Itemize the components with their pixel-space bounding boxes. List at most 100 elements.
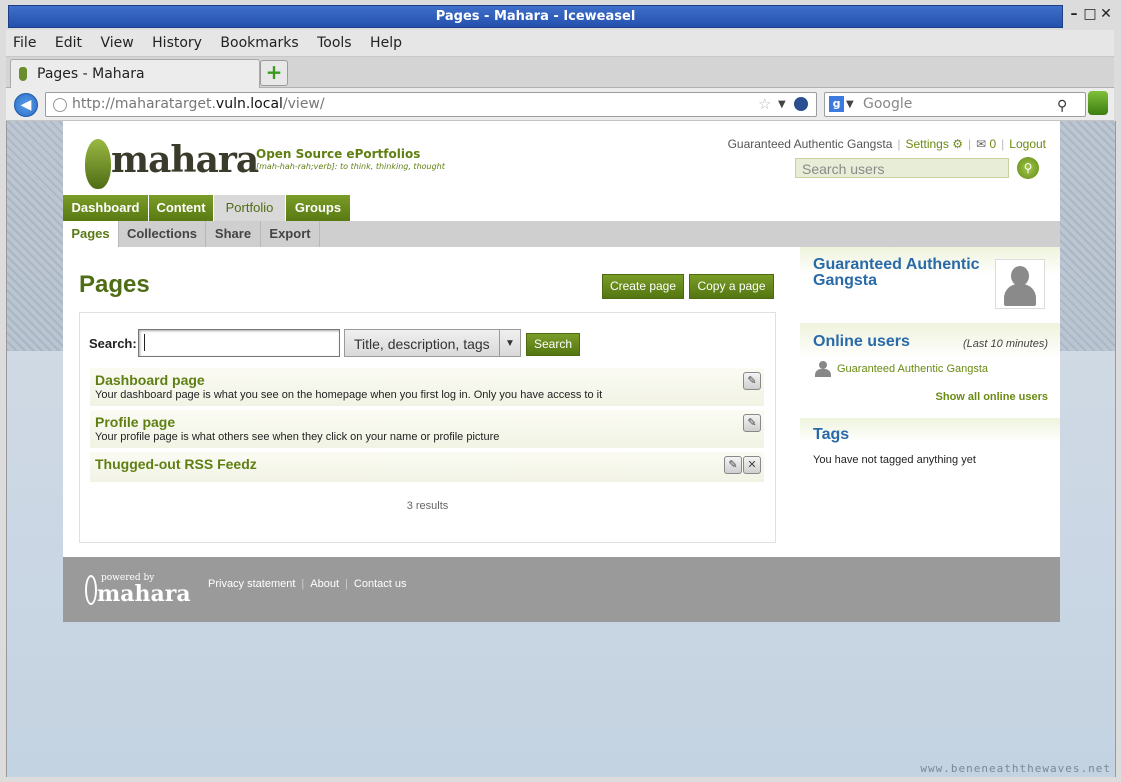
chevron-down-icon[interactable]: ▼: [499, 330, 520, 356]
avatar[interactable]: [995, 259, 1045, 309]
new-tab-icon[interactable]: +: [260, 60, 288, 86]
close-icon[interactable]: ✕: [1098, 6, 1114, 22]
copy-page-button[interactable]: Copy a page: [689, 274, 774, 299]
gear-icon[interactable]: ⚙: [949, 137, 963, 151]
site-logo[interactable]: mahara: [81, 133, 259, 193]
page-link-profile[interactable]: Profile page: [95, 414, 175, 430]
search-scope-select[interactable]: Title, description, tags ▼: [344, 329, 521, 357]
mahara-drop-icon: [85, 575, 97, 605]
message-count[interactable]: 0: [989, 137, 996, 151]
browser-tab[interactable]: Pages - Mahara: [10, 59, 260, 88]
nav-content[interactable]: Content: [149, 195, 213, 221]
search-scope-value: Title, description, tags: [354, 336, 490, 352]
page-description: Your dashboard page is what you see on t…: [95, 389, 603, 401]
addon-icon[interactable]: [1088, 91, 1108, 115]
delete-icon[interactable]: ✕: [743, 456, 761, 474]
tab-strip: Pages - Mahara +: [6, 57, 1114, 88]
nav-bar: ◀ http://maharatarget.vuln.local/view/ ☆…: [6, 88, 1114, 121]
user-links: Guaranteed Authentic Gangsta | Settings ⚙ |…: [727, 137, 1046, 151]
globe-icon: [53, 98, 67, 112]
mahara-favicon-icon: [19, 67, 27, 81]
user-search-input[interactable]: Search users: [795, 158, 1009, 178]
bookmark-star-icon[interactable]: ☆: [758, 93, 771, 116]
page-footer: powered by mahara Privacy statement | Abou…: [63, 557, 1060, 622]
minimize-icon[interactable]: –: [1066, 6, 1082, 22]
page-description: Your profile page is what others see whe…: [95, 431, 500, 443]
settings-link[interactable]: Settings: [906, 137, 949, 151]
create-page-button[interactable]: Create page: [602, 274, 684, 299]
tags-block: Tags You have not tagged anything yet: [800, 418, 1060, 478]
history-dropdown-icon[interactable]: ▼: [778, 93, 786, 116]
results-count: 3 results: [406, 500, 449, 512]
search-input[interactable]: [138, 329, 340, 357]
web-search-placeholder: Google: [863, 96, 913, 112]
menu-edit[interactable]: Edit: [55, 35, 82, 51]
nav-groups[interactable]: Groups: [286, 195, 350, 221]
contact-link[interactable]: Contact us: [354, 578, 407, 590]
list-item: Thugged-out RSS Feedz ✎ ✕: [90, 452, 764, 482]
window-title: Pages - Mahara - Iceweasel: [8, 5, 1063, 28]
menu-bookmarks[interactable]: Bookmarks: [220, 35, 298, 51]
menu-history[interactable]: History: [152, 35, 202, 51]
menu-bar: File Edit View History Bookmarks Tools H…: [6, 30, 1114, 57]
subnav-collections[interactable]: Collections: [119, 221, 206, 247]
url-text: http://maharatarget.vuln.local/view/: [72, 96, 325, 112]
profile-block: Guaranteed Authentic Gangsta: [800, 247, 1060, 319]
page-link-rss[interactable]: Thugged-out RSS Feedz: [95, 456, 257, 472]
back-arrow-icon[interactable]: ◀: [14, 93, 38, 117]
site-subtagline: [mah-hah-rah;verb]: to think, thinking, …: [256, 162, 445, 171]
menu-tools[interactable]: Tools: [317, 35, 352, 51]
search-engine-icon[interactable]: g: [829, 96, 844, 112]
web-search-bar[interactable]: g ▼ Google ⚲: [824, 92, 1086, 117]
engine-dropdown-icon[interactable]: ▼: [846, 93, 854, 116]
online-user-link[interactable]: Guaranteed Authentic Gangsta: [837, 363, 988, 375]
reload-icon[interactable]: [794, 97, 808, 111]
page-link-dashboard[interactable]: Dashboard page: [95, 372, 205, 388]
text-caret: [144, 334, 145, 351]
mail-icon[interactable]: ✉: [976, 137, 986, 151]
list-item: Dashboard page Your dashboard page is wh…: [90, 368, 764, 406]
online-users-block: Online users (Last 10 minutes) Guarantee…: [800, 323, 1060, 413]
subnav-pages[interactable]: Pages: [63, 221, 119, 247]
maximize-icon[interactable]: □: [1082, 6, 1098, 22]
list-item: Profile page Your profile page is what o…: [90, 410, 764, 448]
logo-text: mahara: [111, 139, 259, 181]
logout-link[interactable]: Logout: [1009, 137, 1046, 151]
footer-logo[interactable]: mahara: [97, 581, 191, 607]
tags-title: Tags: [813, 426, 850, 443]
pages-panel: Search: Title, description, tags ▼ Search…: [79, 312, 776, 543]
footer-links: Privacy statement | About | Contact us: [208, 578, 407, 590]
mahara-page: mahara Open Source ePortfolios [mah-hah-…: [63, 121, 1060, 621]
online-users-note: (Last 10 minutes): [963, 338, 1048, 350]
watermark: www.beneneaththewaves.net: [920, 762, 1111, 775]
show-all-online-link[interactable]: Show all online users: [936, 391, 1048, 403]
logo-drop-icon: [85, 139, 111, 189]
menu-help[interactable]: Help: [370, 35, 402, 51]
page-viewport: mahara Open Source ePortfolios [mah-hah-…: [6, 121, 1116, 777]
online-users-title: Online users: [813, 333, 910, 350]
edit-icon[interactable]: ✎: [743, 372, 761, 390]
search-go-icon[interactable]: ⚲: [1057, 95, 1067, 118]
current-user[interactable]: Guaranteed Authentic Gangsta: [728, 137, 893, 151]
window-controls: – □ ✕: [1066, 6, 1118, 26]
search-button[interactable]: Search: [526, 333, 580, 356]
privacy-link[interactable]: Privacy statement: [208, 578, 295, 590]
search-label: Search:: [89, 336, 137, 351]
tags-empty-text: You have not tagged anything yet: [813, 454, 976, 466]
nav-portfolio[interactable]: Portfolio: [214, 195, 285, 221]
page-title: Pages: [79, 271, 150, 298]
subnav-export[interactable]: Export: [261, 221, 320, 247]
sub-nav: Pages Collections Share Export: [63, 221, 1060, 247]
nav-dashboard[interactable]: Dashboard: [63, 195, 148, 221]
tab-label: Pages - Mahara: [37, 66, 145, 82]
edit-icon[interactable]: ✎: [743, 414, 761, 432]
user-icon: [815, 361, 831, 377]
url-bar[interactable]: http://maharatarget.vuln.local/view/ ☆ ▼: [45, 92, 817, 117]
menu-file[interactable]: File: [13, 35, 36, 51]
subnav-share[interactable]: Share: [206, 221, 261, 247]
search-icon[interactable]: ⚲: [1017, 157, 1039, 179]
about-link[interactable]: About: [310, 578, 339, 590]
profile-name[interactable]: Guaranteed Authentic Gangsta: [813, 257, 993, 289]
menu-view[interactable]: View: [100, 35, 133, 51]
edit-icon[interactable]: ✎: [724, 456, 742, 474]
